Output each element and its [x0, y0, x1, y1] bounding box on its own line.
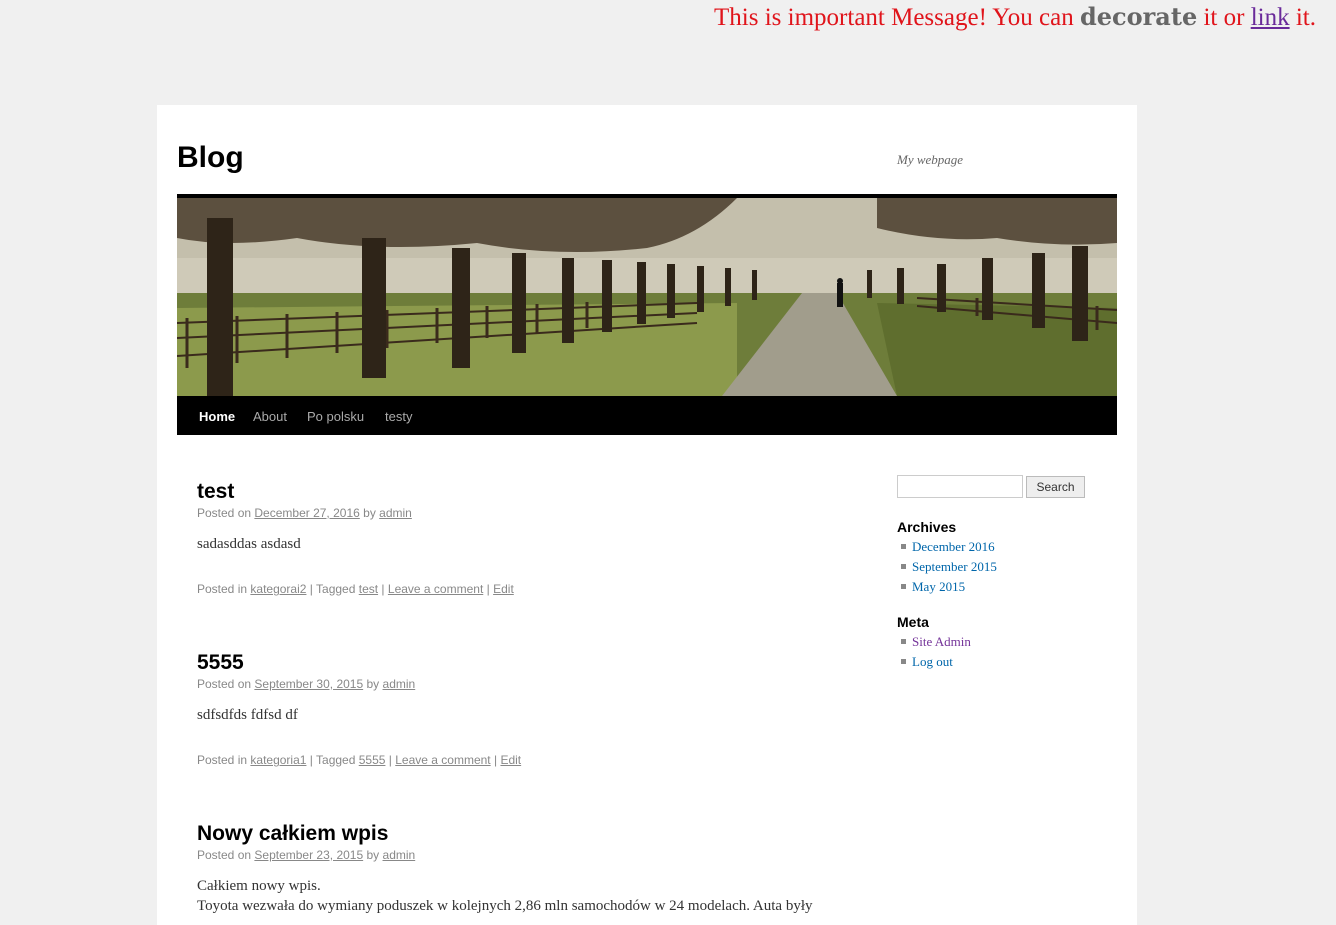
edit-link[interactable]: Edit — [493, 582, 514, 596]
post-content: sadasddas asdasd — [197, 536, 301, 552]
search-button[interactable]: Search — [1026, 476, 1085, 498]
post-utility: Posted in kategorai2 | Tagged test | Lea… — [197, 582, 837, 596]
post-title[interactable]: Nowy całkiem wpis — [197, 822, 388, 845]
separator: | — [493, 753, 498, 767]
post-author-link[interactable]: admin — [379, 506, 412, 520]
archive-link[interactable]: December 2016 — [912, 539, 995, 554]
post-content-line: Całkiem nowy wpis. — [197, 878, 321, 894]
meta-widget-title: Meta — [897, 614, 929, 630]
tagged-label: | Tagged — [309, 753, 356, 767]
banner-text-3: it. — [1295, 4, 1316, 31]
log-out-link[interactable]: Log out — [912, 654, 953, 669]
post-date-link[interactable]: December 27, 2016 — [254, 506, 359, 520]
site-admin-link[interactable]: Site Admin — [912, 634, 971, 649]
important-message-banner: This is important Message! You can decor… — [714, 2, 1316, 32]
post-meta: Posted on December 27, 2016 by admin — [197, 506, 837, 520]
banner-decorate-text: decorate — [1079, 2, 1198, 31]
separator: | — [381, 582, 385, 596]
archive-link[interactable]: September 2015 — [912, 559, 997, 574]
leave-comment-link[interactable]: Leave a comment — [388, 582, 483, 596]
post-author-link[interactable]: admin — [383, 848, 416, 862]
post-category-link[interactable]: kategorai2 — [250, 582, 306, 596]
post-content-line: Toyota wezwała do wymiany poduszek w kol… — [197, 898, 813, 914]
edit-link[interactable]: Edit — [500, 753, 521, 767]
list-item: May 2015 — [897, 577, 997, 597]
tagged-label: | Tagged — [309, 582, 356, 596]
post: 5555 Posted on September 30, 2015 by adm… — [197, 651, 837, 767]
separator: | — [486, 582, 490, 596]
nav-item-po-polsku[interactable]: Po polsku — [307, 409, 364, 424]
list-item: Log out — [897, 652, 971, 672]
separator: | — [388, 753, 392, 767]
post-tag-link[interactable]: test — [359, 582, 378, 596]
posted-on-label: Posted on — [197, 677, 252, 691]
archive-link[interactable]: May 2015 — [912, 579, 965, 594]
nav-item-testy[interactable]: testy — [385, 409, 412, 424]
site-description: My webpage — [897, 152, 964, 167]
list-item: September 2015 — [897, 557, 997, 577]
banner-text-1: This is important Message! You can — [714, 4, 1074, 31]
post-title[interactable]: 5555 — [197, 651, 244, 674]
post-content: sdfsdfds fdfsd df — [197, 707, 298, 723]
post-utility: Posted in kategoria1 | Tagged 5555 | Lea… — [197, 753, 837, 767]
list-item: December 2016 — [897, 537, 997, 557]
page-wrapper: Blog My webpage Home About Po polsku tes… — [157, 105, 1137, 925]
post-author-link[interactable]: admin — [383, 677, 416, 691]
post-date-link[interactable]: September 30, 2015 — [254, 677, 363, 691]
site-title[interactable]: Blog — [177, 141, 244, 175]
main-navigation: Home About Po polsku testy — [177, 396, 1117, 435]
post: Nowy całkiem wpis Posted on September 23… — [197, 822, 837, 916]
header-image — [177, 194, 1117, 396]
by-label: by — [366, 848, 380, 862]
banner-text-2: it or — [1203, 4, 1245, 31]
nav-item-home[interactable]: Home — [199, 409, 235, 424]
nav-item-about[interactable]: About — [253, 409, 287, 424]
post-content: Całkiem nowy wpis. Toyota wezwała do wym… — [197, 876, 837, 916]
post-category-link[interactable]: kategoria1 — [250, 753, 306, 767]
posted-on-label: Posted on — [197, 848, 252, 862]
post-tag-link[interactable]: 5555 — [359, 753, 386, 767]
post-meta: Posted on September 30, 2015 by admin — [197, 677, 837, 691]
list-item: Site Admin — [897, 632, 971, 652]
by-label: by — [363, 506, 376, 520]
post-title[interactable]: test — [197, 480, 234, 503]
post-date-link[interactable]: September 23, 2015 — [254, 848, 363, 862]
by-label: by — [366, 677, 380, 691]
posted-in-label: Posted in — [197, 753, 248, 767]
posted-on-label: Posted on — [197, 506, 252, 520]
banner-link[interactable]: link — [1251, 4, 1290, 31]
archives-list: December 2016 September 2015 May 2015 — [897, 537, 997, 597]
post-meta: Posted on September 23, 2015 by admin — [197, 848, 837, 862]
search-input[interactable] — [897, 475, 1023, 498]
archives-widget-title: Archives — [897, 519, 957, 535]
meta-list: Site Admin Log out — [897, 632, 971, 672]
post: test Posted on December 27, 2016 by admi… — [197, 480, 837, 596]
posted-in-label: Posted in — [197, 582, 248, 596]
leave-comment-link[interactable]: Leave a comment — [395, 753, 490, 767]
